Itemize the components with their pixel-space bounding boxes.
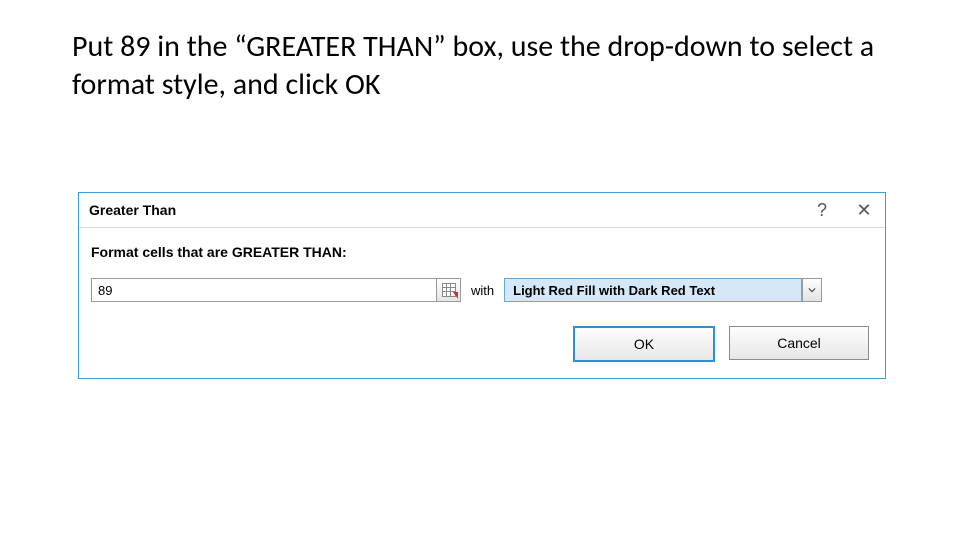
dialog-body: Format cells that are GREATER THAN: with… xyxy=(79,228,885,378)
greater-than-value-input[interactable] xyxy=(91,278,437,302)
help-button[interactable]: ? xyxy=(801,193,843,227)
help-icon: ? xyxy=(817,200,827,221)
prompt-label: Format cells that are GREATER THAN: xyxy=(91,244,873,260)
chevron-down-icon xyxy=(808,286,816,294)
ok-button[interactable]: OK xyxy=(573,326,715,362)
format-style-combo[interactable]: Light Red Fill with Dark Red Text xyxy=(504,278,822,302)
instruction-text: Put 89 in the “GREATER THAN” box, use th… xyxy=(72,28,892,103)
ok-button-label: OK xyxy=(634,336,654,352)
with-label: with xyxy=(471,283,494,298)
dialog-button-row: OK Cancel xyxy=(91,326,873,362)
cancel-button[interactable]: Cancel xyxy=(729,326,869,360)
range-picker-icon xyxy=(442,283,456,297)
range-picker-button[interactable] xyxy=(437,278,461,302)
format-style-selected: Light Red Fill with Dark Red Text xyxy=(504,278,802,302)
cancel-button-label: Cancel xyxy=(777,335,821,351)
titlebar: Greater Than ? ✕ xyxy=(79,193,885,228)
dialog-title: Greater Than xyxy=(79,202,801,218)
greater-than-dialog: Greater Than ? ✕ Format cells that are G… xyxy=(78,192,886,379)
format-style-dropdown-button[interactable] xyxy=(802,278,822,302)
close-button[interactable]: ✕ xyxy=(843,193,885,227)
close-icon: ✕ xyxy=(856,200,871,221)
value-input-group xyxy=(91,278,461,302)
input-row: with Light Red Fill with Dark Red Text xyxy=(91,278,873,302)
